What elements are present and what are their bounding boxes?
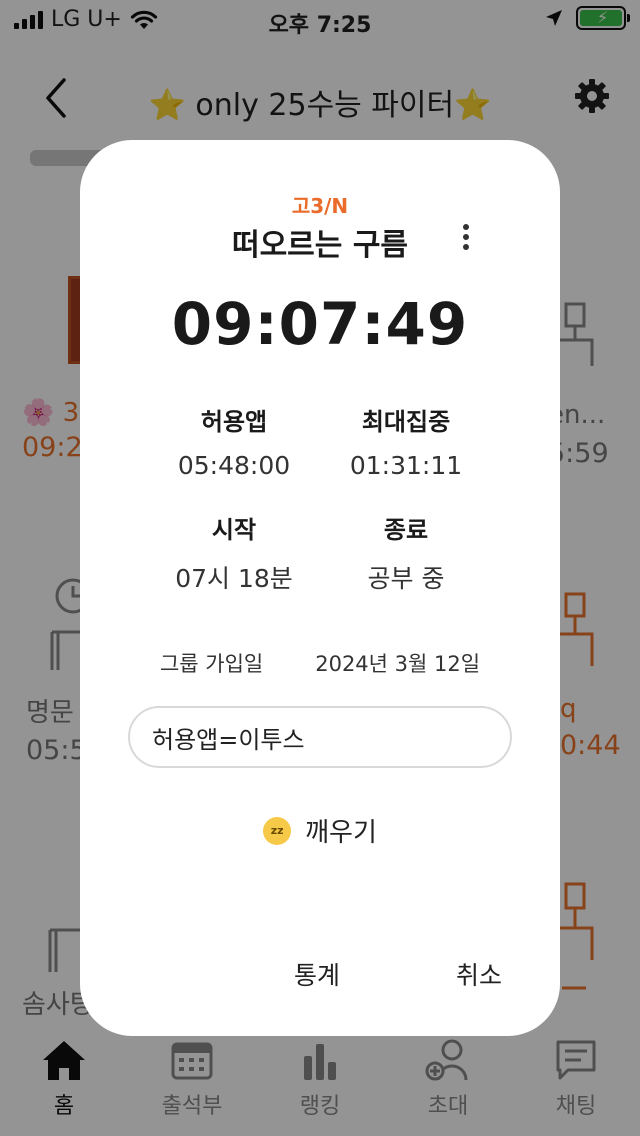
- stats-button[interactable]: 통계: [294, 956, 340, 992]
- wake-up-button[interactable]: zz 깨우기: [80, 812, 560, 849]
- end-stat: 종료 공부 중: [316, 510, 496, 595]
- join-date-row: 그룹 가입일 2024년 3월 12일: [80, 648, 560, 678]
- member-detail-modal: 고3/N 떠오르는 구름 09:07:49 허용앱 05:48:00 최대집중 …: [80, 140, 560, 1036]
- max-focus-stat: 최대집중 01:31:11: [316, 402, 496, 480]
- cancel-button[interactable]: 취소: [456, 956, 502, 992]
- wake-up-label: 깨우기: [305, 818, 377, 848]
- sleeping-face-icon: zz: [263, 816, 292, 845]
- allowed-app-label: 허용앱: [200, 408, 268, 436]
- user-name: 떠오르는 구름: [231, 228, 409, 263]
- allowed-app-value: 05:48:00: [177, 451, 291, 480]
- group-tag: 고3/N: [291, 194, 349, 218]
- join-date-label: 그룹 가입일: [159, 652, 264, 676]
- end-label: 종료: [383, 516, 429, 544]
- max-focus-value: 01:31:11: [349, 451, 463, 480]
- study-timer: 09:07:49: [171, 290, 469, 358]
- max-focus-label: 최대집중: [361, 408, 451, 436]
- start-stat: 시작 07시 18분: [144, 510, 324, 595]
- allowed-app-stat: 허용앱 05:48:00: [144, 402, 324, 480]
- more-options-icon[interactable]: [454, 224, 478, 254]
- start-label: 시작: [211, 516, 257, 544]
- join-date-value: 2024년 3월 12일: [315, 652, 481, 676]
- memo-input[interactable]: [128, 706, 512, 768]
- start-value: 07시 18분: [175, 564, 293, 593]
- end-value: 공부 중: [367, 564, 445, 593]
